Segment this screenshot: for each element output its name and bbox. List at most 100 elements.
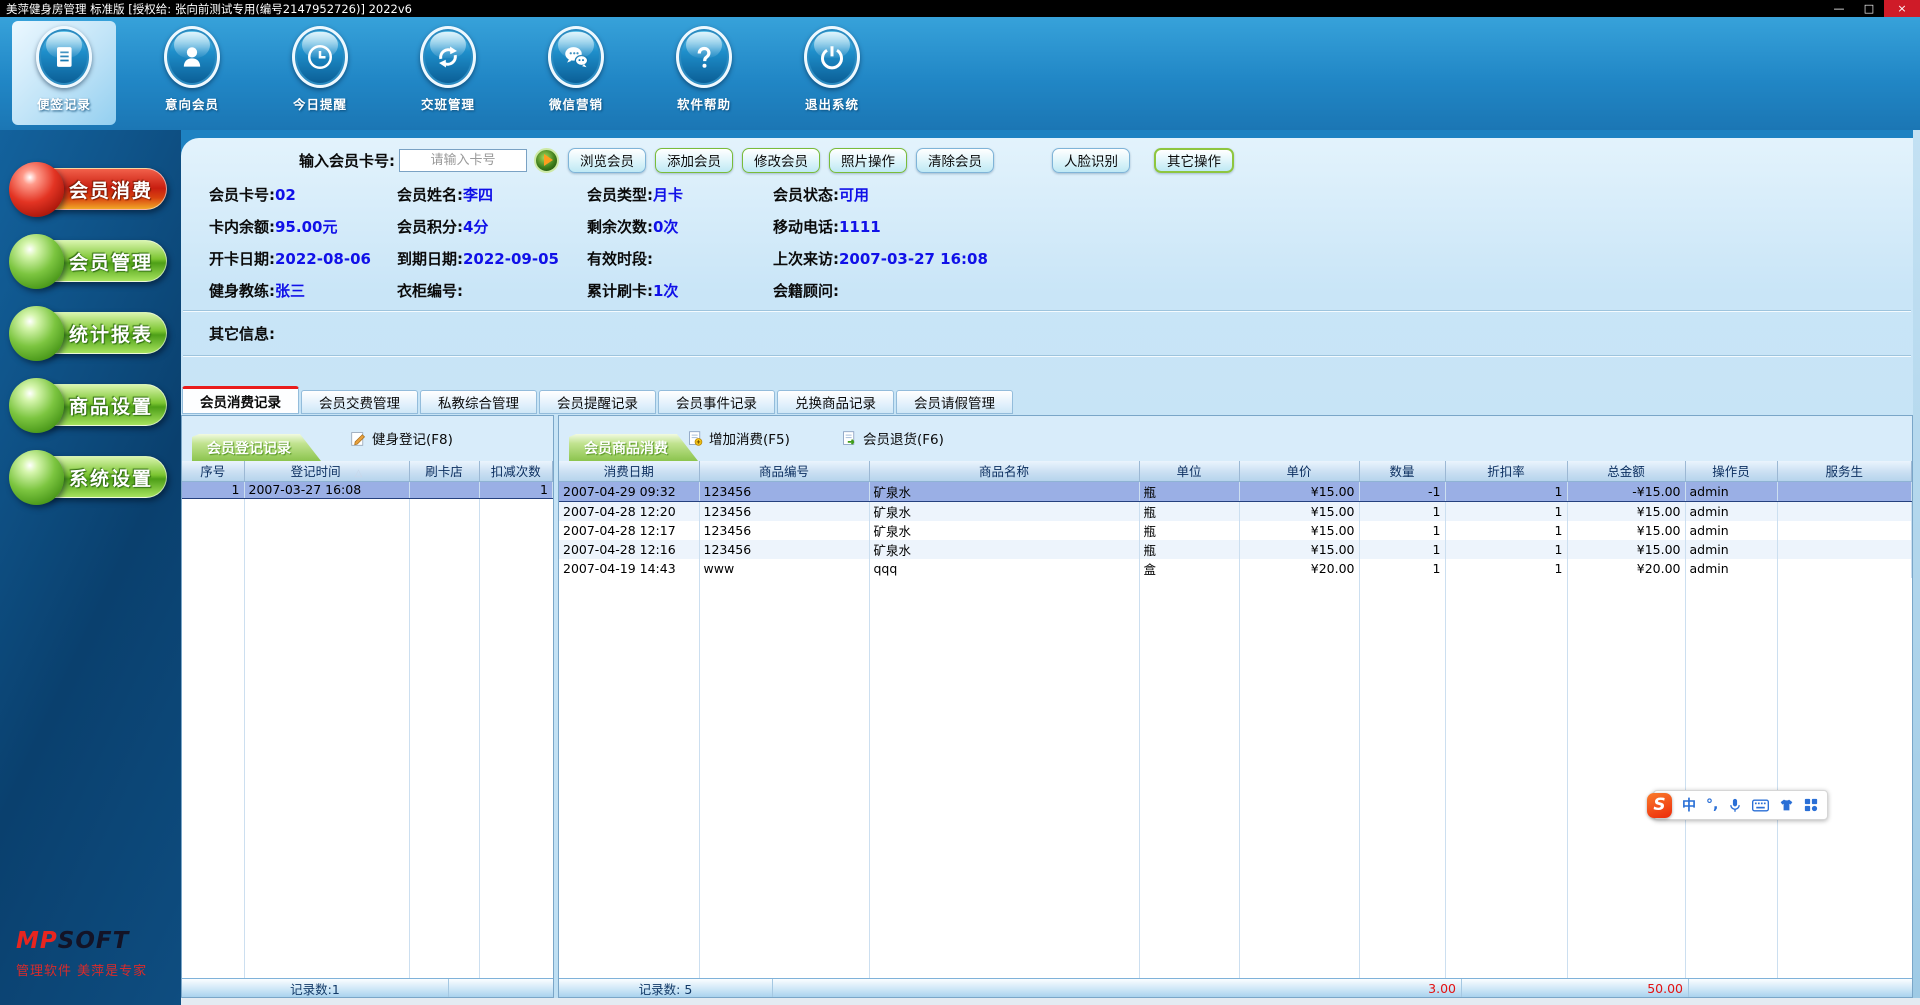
sidebar-item-goods-setup[interactable]: 商品设置 bbox=[9, 378, 167, 433]
other-ops-button[interactable]: 其它操作 bbox=[1154, 147, 1234, 173]
browse-member-button[interactable]: 浏览会员 bbox=[568, 147, 646, 173]
tab-payment-manage[interactable]: 会员交费管理 bbox=[301, 390, 418, 414]
sidebar-item-member-consume[interactable]: 会员消费 bbox=[9, 162, 167, 217]
sidebar-item-label: 商品设置 bbox=[68, 395, 153, 418]
window-controls: — □ × bbox=[1824, 0, 1920, 17]
record-count: 记录数:1 bbox=[182, 979, 449, 997]
sidebar-item-label: 系统设置 bbox=[68, 467, 153, 490]
column-header[interactable]: 扣减次数 bbox=[479, 461, 553, 482]
column-header[interactable]: 数量 bbox=[1359, 461, 1446, 482]
logo-slogan: 管理软件 美萍是专家 bbox=[16, 964, 148, 979]
checkin-table: 序号 登记时间 △ 刷卡店 扣减次数 1 2007-03-27 16:08 1 bbox=[182, 461, 553, 499]
sogou-logo-icon[interactable]: S bbox=[1647, 792, 1672, 818]
power-icon bbox=[804, 26, 860, 88]
column-header[interactable]: 总金额 bbox=[1567, 461, 1686, 482]
sidebar-item-member-manage[interactable]: 会员管理 bbox=[9, 234, 167, 289]
play-icon[interactable] bbox=[534, 147, 559, 173]
app-window: { "window": { "title": "美萍健身房管理 标准版 [授权给… bbox=[0, 0, 1920, 1005]
tab-leave-manage[interactable]: 会员请假管理 bbox=[896, 390, 1013, 414]
minimize-button[interactable]: — bbox=[1824, 0, 1854, 17]
clear-member-button[interactable]: 清除会员 bbox=[916, 147, 994, 173]
column-header[interactable]: 操作员 bbox=[1685, 461, 1778, 482]
table-row[interactable]: 2007-04-28 12:16 123456 矿泉水瓶 ¥15.00 1 1 ¥15… bbox=[559, 539, 1912, 559]
column-header[interactable]: 服务生 bbox=[1777, 461, 1912, 482]
maximize-button[interactable]: □ bbox=[1854, 0, 1884, 17]
title-bar: 美萍健身房管理 标准版 [授权给: 张向前测试专用(编号2147952726)]… bbox=[0, 0, 1920, 17]
toolbar-item-reminders[interactable]: 今日提醒 bbox=[268, 21, 372, 125]
tab-private-coach[interactable]: 私教综合管理 bbox=[420, 390, 537, 414]
table-row[interactable]: 2007-04-28 12:20 123456 矿泉水瓶 ¥15.00 1 1 ¥15… bbox=[559, 501, 1912, 521]
member-field: 有效时段: bbox=[587, 250, 653, 268]
divider bbox=[183, 355, 1911, 357]
logo-mp: MP bbox=[16, 928, 58, 954]
face-recognition-button[interactable]: 人脸识别 bbox=[1052, 147, 1130, 173]
column-header[interactable]: 商品名称 bbox=[869, 461, 1140, 482]
toolbar-item-prospects[interactable]: 意向会员 bbox=[140, 21, 244, 125]
tab-reminder-records[interactable]: 会员提醒记录 bbox=[539, 390, 656, 414]
column-header[interactable]: 折扣率 bbox=[1445, 461, 1568, 482]
pill-sphere-icon bbox=[9, 378, 64, 433]
tab-exchange-records[interactable]: 兑换商品记录 bbox=[777, 390, 894, 414]
sidebar-item-system-setup[interactable]: 系统设置 bbox=[9, 450, 167, 505]
column-header[interactable]: 单位 bbox=[1139, 461, 1240, 482]
column-header[interactable]: 登记时间 △ bbox=[244, 461, 410, 482]
column-header[interactable]: 单价 bbox=[1239, 461, 1360, 482]
add-consume-icon bbox=[689, 430, 703, 446]
member-field: 会员类型:月卡 bbox=[587, 186, 684, 204]
split-area: 会员登记记录 健身登记(F8) 序号 登记时间 △ 刷卡店 扣减次数 1 200… bbox=[181, 415, 1913, 998]
microphone-icon[interactable] bbox=[1728, 798, 1742, 813]
consume-table: 消费日期 商品编号 商品名称 单位 单价 数量 折扣率 总金额 操作员 服务生 bbox=[559, 461, 1912, 578]
column-header[interactable]: 商品编号 bbox=[699, 461, 870, 482]
return-goods-button[interactable]: 会员退货(F6) bbox=[841, 428, 944, 448]
consume-statusbar: 记录数: 5 3.00 50.00 bbox=[559, 978, 1912, 997]
toolbox-icon[interactable] bbox=[1804, 798, 1818, 812]
toolbar-item-wechat[interactable]: 微信营销 bbox=[524, 21, 628, 125]
table-row[interactable]: 1 2007-03-27 16:08 1 bbox=[182, 480, 553, 499]
window-frame-bottom bbox=[181, 998, 1920, 1005]
keyboard-icon[interactable] bbox=[1752, 799, 1770, 812]
goods-consume-tab[interactable]: 会员商品消费 bbox=[569, 434, 698, 461]
tab-event-records[interactable]: 会员事件记录 bbox=[658, 390, 775, 414]
toolbar-item-help[interactable]: 软件帮助 bbox=[652, 21, 756, 125]
checkin-table-body[interactable] bbox=[182, 498, 553, 978]
note-icon bbox=[36, 26, 92, 88]
close-button[interactable]: × bbox=[1884, 0, 1920, 17]
logo-soft: SOFT bbox=[57, 928, 130, 954]
table-row[interactable]: 2007-04-28 12:17 123456 矿泉水瓶 ¥15.00 1 1 ¥15… bbox=[559, 520, 1912, 540]
table-row[interactable]: 2007-04-19 14:43 www qqq 盒 ¥20.00 1 1 ¥20.00… bbox=[559, 558, 1912, 578]
toolbar-item-label: 微信营销 bbox=[548, 97, 603, 112]
tab-consume-records[interactable]: 会员消费记录 bbox=[182, 386, 299, 414]
sidebar: 会员消费 会员管理 统计报表 商品设置 系统设置 MPSOFT 管理软件 美萍是… bbox=[0, 130, 181, 1005]
table-row[interactable]: 2007-04-29 09:32 123456 矿泉水瓶 ¥15.00 -1 1 -¥… bbox=[559, 480, 1912, 502]
column-header[interactable]: 刷卡店 bbox=[409, 461, 480, 482]
ime-punctuation-toggle[interactable]: °, bbox=[1706, 797, 1718, 813]
skin-icon[interactable] bbox=[1779, 798, 1794, 812]
member-field: 健身教练:张三 bbox=[209, 282, 306, 300]
pencil-icon bbox=[351, 431, 366, 446]
consume-table-body[interactable] bbox=[559, 577, 1912, 978]
card-number-input[interactable] bbox=[399, 148, 527, 172]
photo-ops-button[interactable]: 照片操作 bbox=[829, 147, 907, 173]
main-panel: 输入会员卡号: 浏览会员 添加会员 修改会员 照片操作 清除会员 人脸识别 其它… bbox=[181, 138, 1913, 998]
checkin-tab[interactable]: 会员登记记录 bbox=[192, 434, 321, 461]
add-member-button[interactable]: 添加会员 bbox=[655, 147, 733, 173]
edit-member-button[interactable]: 修改会员 bbox=[742, 147, 820, 173]
toolbar-item-exit[interactable]: 退出系统 bbox=[780, 21, 884, 125]
toolbar-item-notes[interactable]: 便签记录 bbox=[12, 21, 116, 125]
member-field: 移动电话:1111 bbox=[773, 218, 881, 236]
toolbar-item-shift[interactable]: 交班管理 bbox=[396, 21, 500, 125]
content-area: 会员消费 会员管理 统计报表 商品设置 系统设置 MPSOFT 管理软件 美萍是… bbox=[0, 130, 1920, 1005]
gym-checkin-label: 健身登记(F8) bbox=[372, 432, 453, 448]
member-field: 会籍顾问: bbox=[773, 282, 839, 300]
column-header[interactable]: 消费日期 bbox=[559, 461, 700, 482]
member-field: 到期日期:2022-09-05 bbox=[397, 250, 559, 268]
add-consume-button[interactable]: 增加消费(F5) bbox=[687, 428, 790, 448]
status-total-qty: 3.00 bbox=[773, 979, 1462, 997]
sidebar-item-reports[interactable]: 统计报表 bbox=[9, 306, 167, 361]
member-field: 卡内余额:95.00元 bbox=[209, 218, 338, 236]
column-header[interactable]: 序号 bbox=[182, 461, 245, 482]
wechat-icon bbox=[548, 26, 604, 88]
ime-language-toggle[interactable]: 中 bbox=[1682, 795, 1696, 815]
gym-checkin-button[interactable]: 健身登记(F8) bbox=[350, 428, 453, 448]
window-title: 美萍健身房管理 标准版 [授权给: 张向前测试专用(编号2147952726)]… bbox=[6, 1, 412, 16]
